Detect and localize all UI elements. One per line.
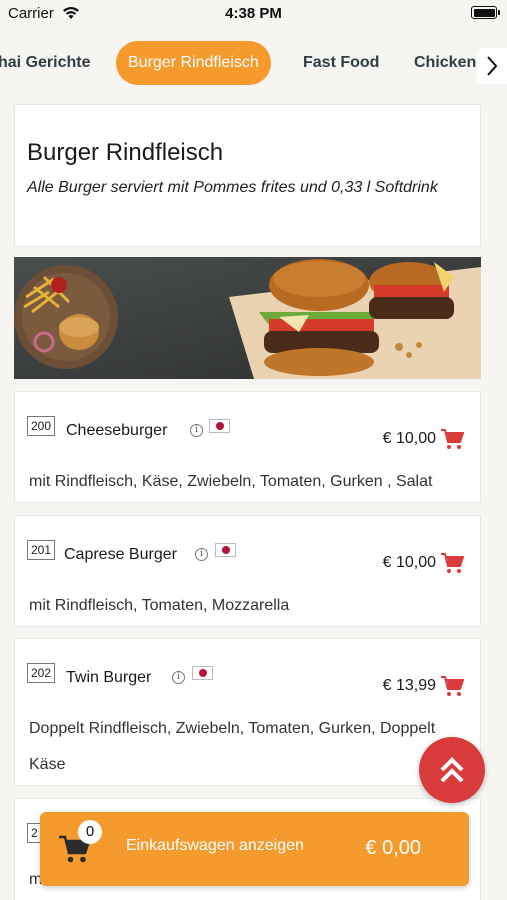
double-chevron-up-icon [440,757,464,783]
category-header: Burger Rindfleisch Alle Burger serviert … [14,104,481,247]
info-icon[interactable]: i [190,424,203,437]
view-cart-button[interactable]: 0 Einkaufswagen anzeigen € 0,00 [40,812,469,886]
scroll-to-top-button[interactable] [419,737,485,803]
item-description: mit Rindfleisch, Käse, Zwiebeln, Tomaten… [29,473,433,490]
tab-chicken[interactable]: Chicken [414,41,476,85]
info-icon[interactable]: i [195,548,208,561]
item-price: € 10,00 [382,430,436,447]
item-price: € 13,99 [382,677,436,694]
tab-fast-food[interactable]: Fast Food [303,41,379,85]
menu-item[interactable]: 201 Caprese Burger i € 10,00 mit Rindfle… [14,515,481,627]
category-title: Burger Rindfleisch [27,139,224,166]
add-to-cart-icon[interactable] [440,428,464,450]
item-description: mit Rindfleisch, Tomaten, Mozzarella [29,597,290,614]
item-name: Caprese Burger [64,546,177,563]
item-number: 201 [27,540,56,560]
flag-icon [192,666,213,680]
battery-icon [471,6,500,19]
category-tabs: hai Gerichte Burger Rindfleisch Fast Foo… [0,26,507,98]
flag-icon [209,419,230,433]
menu-item[interactable]: 200 Cheeseburger i € 10,00 mit Rindfleis… [14,391,481,503]
item-number: 200 [27,416,56,436]
cart-total: € 0,00 [365,837,421,859]
add-to-cart-icon[interactable] [440,552,464,574]
item-price: € 10,00 [382,554,436,571]
chevron-right-icon [487,56,498,76]
clock: 4:38 PM [225,5,282,22]
menu-item[interactable]: 202 Twin Burger i € 13,99 Doppelt Rindfl… [14,638,481,786]
status-bar: Carrier 4:38 PM [0,0,507,26]
cart-count-badge: 0 [78,820,102,844]
category-subtitle: Alle Burger serviert mit Pommes frites u… [27,179,438,196]
tabs-next-button[interactable] [477,48,507,84]
item-name: Twin Burger [66,669,152,686]
cart-label: Einkaufswagen anzeigen [126,837,304,854]
info-icon[interactable]: i [172,671,185,684]
flag-icon [215,543,236,557]
item-number: 202 [27,663,56,683]
add-to-cart-icon[interactable] [440,675,464,697]
item-name: Cheeseburger [66,422,168,439]
category-banner-image [14,257,481,379]
tab-burger-rindfleisch[interactable]: Burger Rindfleisch [116,41,271,85]
tab-thai-gerichte[interactable]: hai Gerichte [0,41,90,85]
item-description: Doppelt Rindfleisch, Zwiebeln, Tomaten, … [29,720,436,773]
